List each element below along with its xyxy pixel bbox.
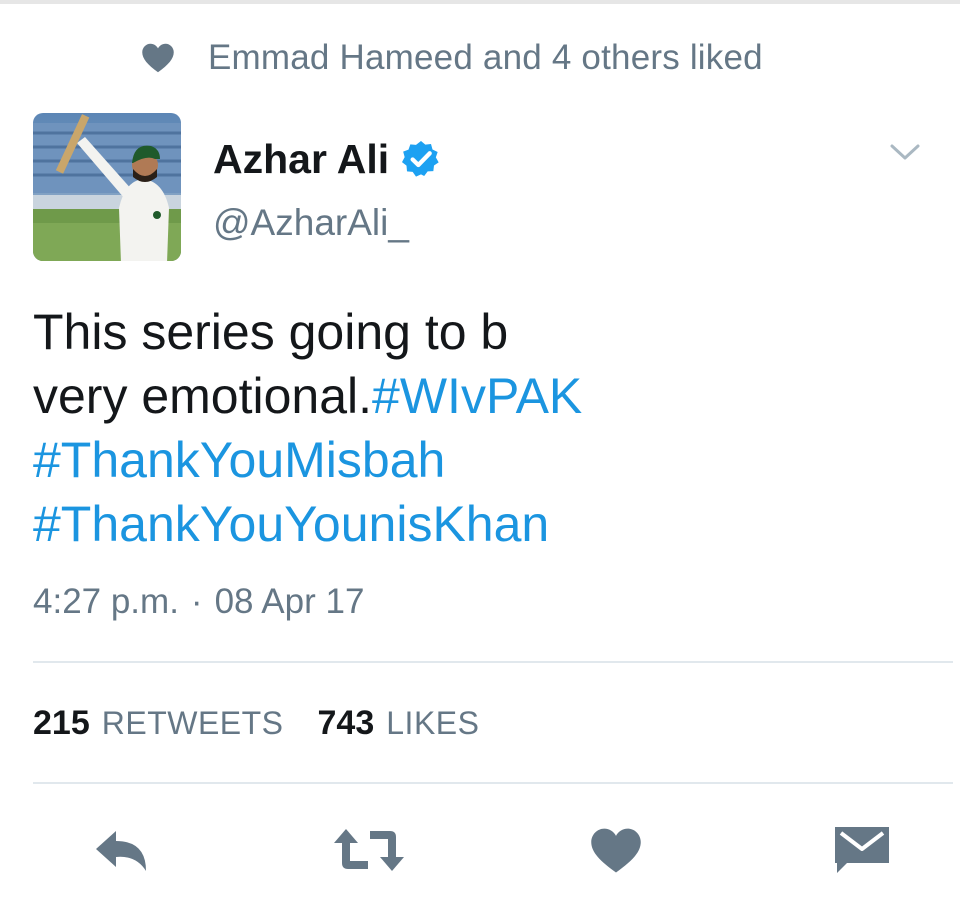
likes-stat[interactable]: 743 LIKES (318, 704, 480, 743)
heart-icon (591, 828, 641, 873)
heart-icon (142, 43, 174, 73)
tweet-time: 4:27 p.m. (33, 582, 179, 621)
reply-icon (96, 831, 146, 871)
envelope-icon (835, 827, 889, 873)
retweets-label: RETWEETS (101, 705, 284, 741)
retweet-button[interactable] (329, 820, 409, 880)
tweet-text: This series going to b very emotional.#W… (33, 300, 933, 556)
tweet-line: #ThankYouMisbah (33, 428, 933, 492)
divider (33, 782, 953, 784)
social-context-text: Emmad Hameed and 4 others liked (208, 38, 763, 77)
reply-button[interactable] (83, 820, 163, 880)
chevron-down-icon[interactable] (888, 140, 922, 164)
divider (33, 661, 953, 663)
likes-label: LIKES (386, 705, 480, 741)
tweet-stats: 215 RETWEETS 743 LIKES (33, 704, 513, 743)
author-handle[interactable]: @AzharAli_ (213, 202, 441, 244)
retweet-icon (334, 829, 404, 871)
likes-count: 743 (317, 704, 375, 742)
tweet-date: 08 Apr 17 (214, 582, 365, 621)
avatar-photo (33, 113, 181, 261)
tweet-line: #ThankYouYounisKhan (33, 492, 933, 556)
tweet-line: This series going to b (33, 304, 509, 360)
verified-badge-icon (402, 141, 439, 177)
author-name[interactable]: Azhar Ali (213, 136, 389, 183)
timestamp-separator: · (190, 582, 203, 621)
retweets-stat[interactable]: 215 RETWEETS (33, 704, 284, 743)
tweet-line: very emotional.#WIvPAK (33, 368, 583, 424)
hashtag-link[interactable]: #WIvPAK (372, 368, 582, 424)
tweet-timestamp[interactable]: 4:27 p.m. · 08 Apr 17 (33, 582, 364, 622)
social-context[interactable]: Emmad Hameed and 4 others liked (140, 36, 763, 80)
tweet-actions (0, 820, 960, 880)
tweet-author[interactable]: Azhar Ali @AzharAli_ (213, 136, 441, 244)
top-divider (0, 0, 960, 4)
like-button[interactable] (576, 820, 656, 880)
hashtag-link[interactable]: #ThankYouMisbah (33, 432, 445, 488)
direct-message-button[interactable] (822, 820, 902, 880)
hashtag-link[interactable]: #ThankYouYounisKhan (33, 496, 549, 552)
retweets-count: 215 (33, 704, 90, 742)
avatar[interactable] (33, 113, 181, 261)
